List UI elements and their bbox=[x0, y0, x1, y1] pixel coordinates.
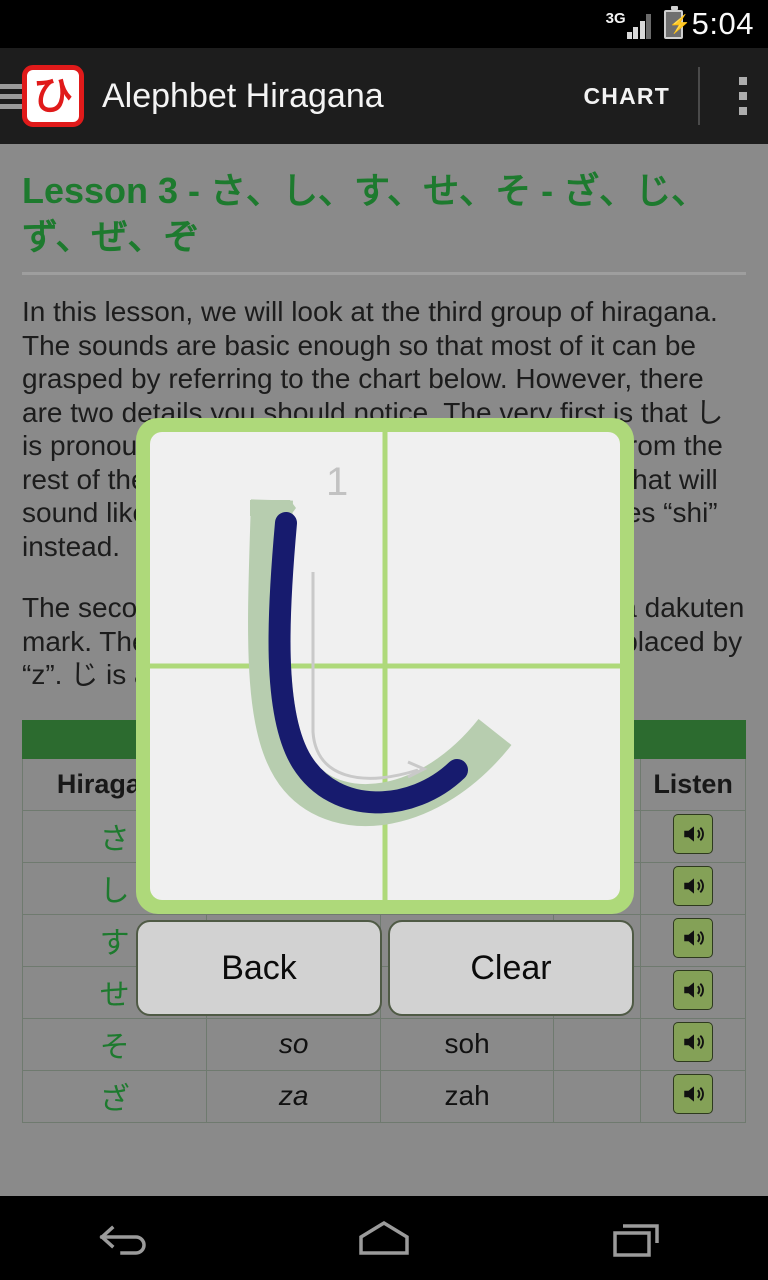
cell-listen[interactable] bbox=[640, 1069, 746, 1123]
cell-romaji: so bbox=[206, 1017, 381, 1071]
app-logo-icon: ひ bbox=[22, 65, 84, 127]
cell-sound: zah bbox=[379, 1069, 555, 1123]
cell-listen[interactable] bbox=[640, 861, 746, 915]
action-bar: ひ Alephbet Hiragana CHART bbox=[0, 48, 768, 144]
stroke-practice-dialog: 1 Back Clear bbox=[136, 418, 634, 1016]
network-type-label: 3G bbox=[605, 10, 626, 27]
hamburger-menu-icon[interactable] bbox=[0, 79, 22, 114]
cell-listen[interactable] bbox=[640, 913, 746, 967]
stroke-guide-graphic bbox=[248, 499, 512, 827]
speaker-icon[interactable] bbox=[673, 917, 714, 958]
lesson-heading: Lesson 3 - さ、し、す、せ、そ - ざ、じ、ず、ぜ、ぞ bbox=[22, 170, 708, 257]
heading-divider bbox=[22, 272, 746, 275]
action-bar-divider bbox=[698, 67, 700, 125]
cell-sound: soh bbox=[379, 1017, 555, 1071]
cell-romaji: za bbox=[206, 1069, 381, 1123]
cell-listen[interactable] bbox=[640, 965, 746, 1019]
drawing-canvas[interactable]: 1 bbox=[150, 432, 620, 900]
app-screen: 3G ⚡ 5:04 ひ Alephbet Hiragana CHART Less… bbox=[0, 0, 768, 1280]
back-arrow-icon[interactable] bbox=[68, 1215, 188, 1261]
cell-spacer bbox=[553, 1069, 642, 1123]
table-row: そ so soh bbox=[21, 1017, 746, 1071]
recent-apps-icon[interactable] bbox=[580, 1215, 700, 1261]
overflow-menu-icon[interactable] bbox=[726, 77, 760, 115]
stroke-number-label: 1 bbox=[326, 460, 349, 504]
cell-listen[interactable] bbox=[640, 809, 746, 863]
signal-strength-bars bbox=[626, 13, 653, 39]
status-bar: 3G ⚡ 5:04 bbox=[0, 0, 768, 48]
speaker-icon[interactable] bbox=[673, 865, 714, 906]
cell-spacer bbox=[553, 1017, 642, 1071]
clock-label: 5:04 bbox=[691, 6, 754, 41]
speaker-icon[interactable] bbox=[673, 1021, 714, 1062]
cell-kana: ざ bbox=[21, 1069, 208, 1123]
speaker-icon[interactable] bbox=[673, 969, 714, 1010]
speaker-icon[interactable] bbox=[673, 813, 714, 854]
system-navigation-bar bbox=[0, 1196, 768, 1280]
table-row: ざ za zah bbox=[21, 1069, 746, 1123]
signal-bars-icon: 3G bbox=[606, 9, 653, 39]
speaker-icon[interactable] bbox=[673, 1073, 714, 1114]
page-title: Alephbet Hiragana bbox=[102, 76, 384, 115]
chart-button[interactable]: CHART bbox=[584, 83, 671, 110]
back-button[interactable]: Back bbox=[136, 920, 382, 1016]
cell-kana: そ bbox=[21, 1017, 208, 1071]
canvas-frame: 1 bbox=[136, 418, 634, 914]
column-header-listen: Listen bbox=[640, 757, 746, 811]
cell-listen[interactable] bbox=[640, 1017, 746, 1071]
dialog-button-row: Back Clear bbox=[136, 920, 634, 1016]
clear-button[interactable]: Clear bbox=[388, 920, 634, 1016]
home-icon[interactable] bbox=[324, 1215, 444, 1261]
battery-charging-icon: ⚡ bbox=[663, 5, 691, 39]
